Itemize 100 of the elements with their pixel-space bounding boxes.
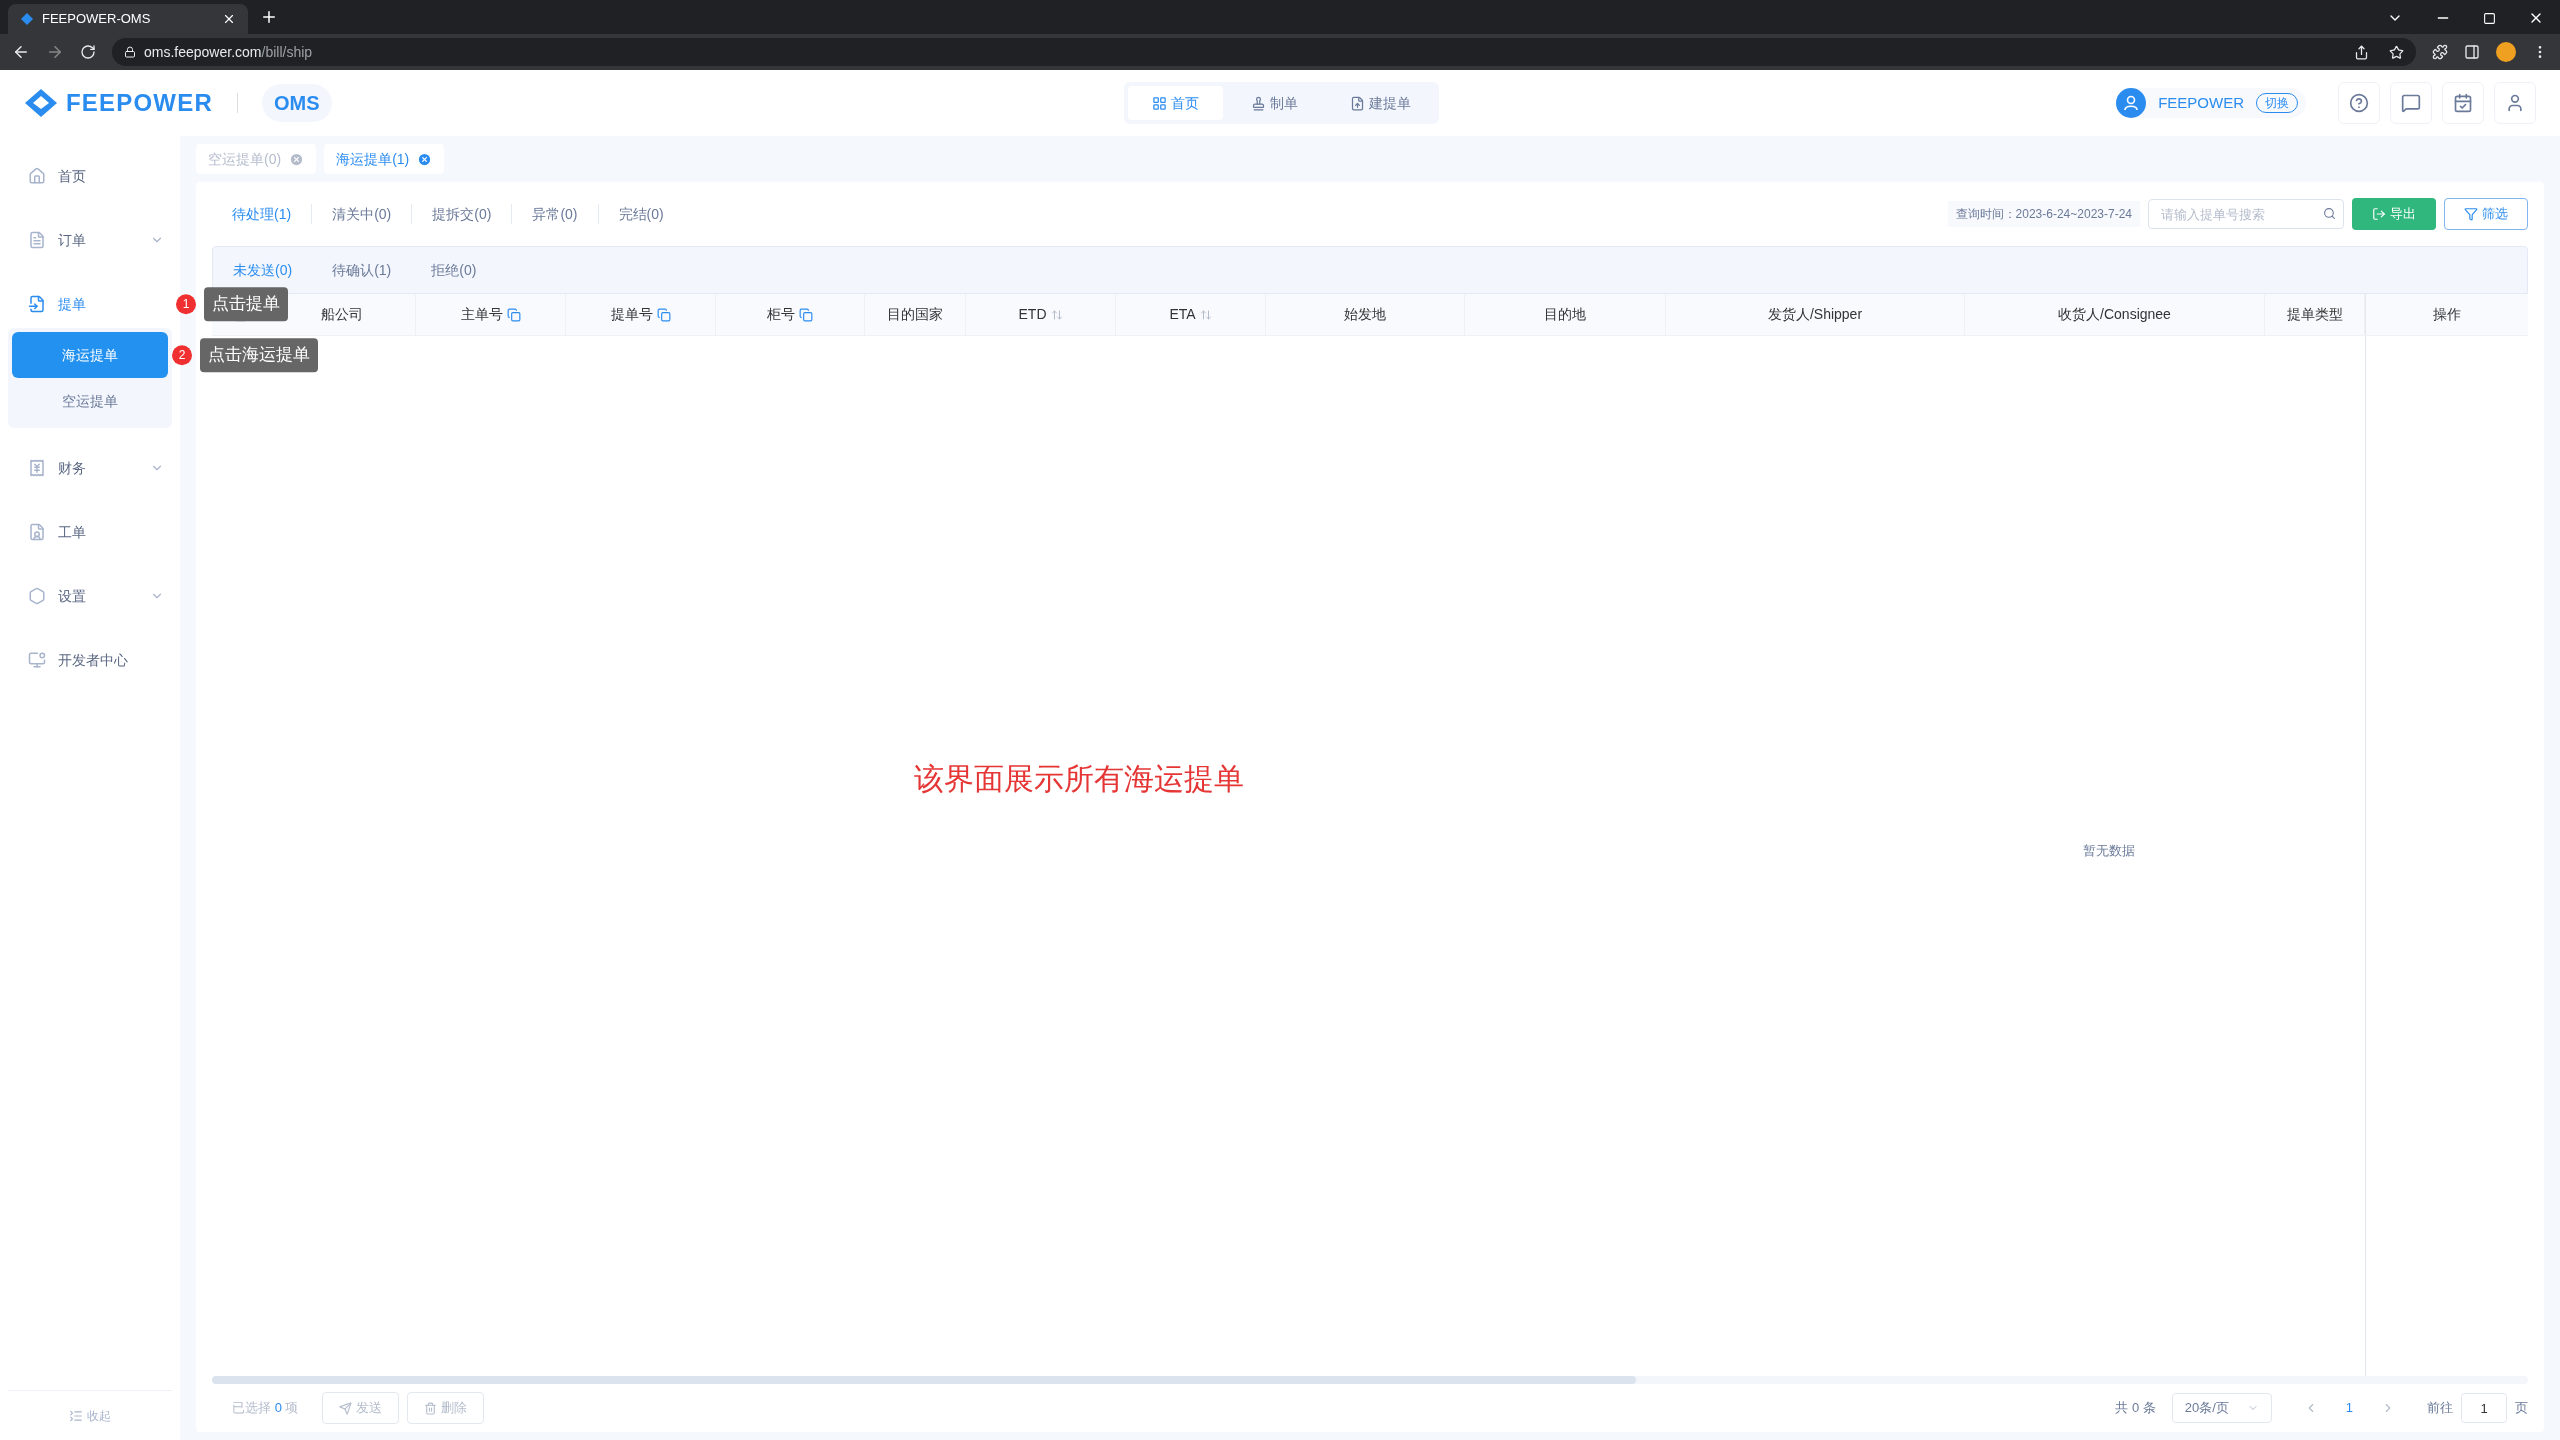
page-unit: 页: [2515, 1399, 2528, 1418]
help-button[interactable]: [2338, 82, 2380, 124]
column-header: 收货人/Consignee: [2058, 305, 2171, 324]
selection-count: 已选择 0 项: [232, 1399, 299, 1418]
stamp-icon: [1251, 95, 1266, 111]
total-count: 共 0 条: [2115, 1399, 2156, 1418]
page-size-select[interactable]: 20条/页: [2171, 1393, 2272, 1423]
hint-tooltip: 点击提单: [204, 287, 288, 321]
url-text: oms.feepower.com/bill/ship: [144, 42, 314, 62]
column-header: 操作: [2433, 305, 2461, 324]
status-tab[interactable]: 提拆交(0): [412, 203, 512, 225]
help-icon: [2349, 93, 2369, 113]
calendar-icon: [2453, 93, 2473, 113]
logo-icon: [20, 12, 34, 26]
search-icon[interactable]: [2323, 207, 2336, 220]
browser-tab[interactable]: FEEPOWER-OMS: [8, 4, 248, 34]
document-icon: [28, 231, 46, 249]
column-header: 柜号: [767, 305, 795, 324]
profile-avatar[interactable]: [2496, 42, 2516, 62]
goto-page-field[interactable]: 1: [2461, 1393, 2507, 1423]
copy-icon[interactable]: [799, 307, 813, 322]
status-tab[interactable]: 完结(0): [598, 203, 684, 225]
monitor-code-icon: [28, 651, 46, 669]
column-header: 目的地: [1544, 305, 1586, 324]
nav-tab[interactable]: 制单: [1227, 86, 1322, 120]
grid-icon: [1152, 95, 1167, 111]
column-header: 船公司: [321, 305, 363, 324]
submenu-item[interactable]: 空运提单: [12, 378, 168, 424]
sub-tab[interactable]: 待确认(1): [312, 259, 412, 281]
empty-text: 暂无数据: [2082, 842, 2135, 860]
message-icon: [2401, 93, 2421, 113]
user-icon: [2505, 93, 2525, 113]
user-button[interactable]: [2494, 82, 2536, 124]
column-header: 提单类型: [2286, 305, 2343, 324]
column-header: 始发地: [1344, 305, 1386, 324]
user-name: FEEPOWER: [2158, 92, 2244, 113]
sub-tab[interactable]: 未发送(0): [213, 259, 313, 281]
export-button[interactable]: 导出: [2352, 198, 2436, 230]
export-icon: [2372, 207, 2386, 221]
copy-icon[interactable]: [656, 307, 671, 322]
status-tab[interactable]: 异常(0): [512, 203, 598, 225]
yen-receipt-icon: [28, 459, 46, 477]
status-tab[interactable]: 清关中(0): [312, 203, 412, 225]
collapse-icon: [69, 1408, 83, 1423]
sidebar-item[interactable]: 开发者中心: [58, 649, 164, 671]
forward-icon[interactable]: [46, 43, 64, 61]
filter-button[interactable]: 筛选: [2444, 198, 2528, 230]
address-bar[interactable]: oms.feepower.com/bill/ship: [112, 38, 2416, 66]
settings-icon: [28, 587, 46, 605]
logo-icon: [24, 88, 58, 118]
query-time: 查询时间：2023-6-24~2023-7-24: [1947, 201, 2140, 227]
sidebar-item[interactable]: 首页: [58, 165, 164, 187]
scrollbar-thumb[interactable]: [212, 1376, 1636, 1384]
page-number[interactable]: 1: [2345, 1398, 2353, 1418]
calendar-button[interactable]: [2442, 82, 2484, 124]
page-tab[interactable]: 海运提单(1): [324, 144, 445, 174]
extensions-icon[interactable]: [2432, 44, 2448, 60]
restore-icon[interactable]: [2483, 11, 2496, 25]
goto-label: 前往: [2427, 1399, 2453, 1418]
annotation-text: 该界面展示所有海运提单: [913, 761, 1244, 797]
column-header: 主单号: [460, 305, 503, 324]
bill-icon: [28, 295, 46, 313]
tab-title: FEEPOWER-OMS: [42, 10, 152, 29]
status-tab[interactable]: 待处理(1): [212, 203, 312, 225]
sidebar-item[interactable]: 工单: [58, 521, 164, 543]
column-header: 目的国家: [887, 305, 943, 324]
nav-tab[interactable]: 首页: [1128, 86, 1223, 120]
sidebar-item[interactable]: 财务: [58, 457, 138, 479]
collapse-button[interactable]: 收起: [69, 1406, 111, 1425]
side-panel-icon[interactable]: [2464, 44, 2480, 60]
hint-tooltip: 点击海运提单: [200, 338, 318, 372]
new-tab-icon[interactable]: [260, 8, 278, 26]
step-badge: 2: [172, 345, 192, 365]
share-icon[interactable]: [2354, 44, 2369, 60]
lock-icon: [124, 46, 136, 58]
search-field[interactable]: 请输入提单号搜索: [2148, 199, 2344, 229]
ticket-icon: [28, 523, 46, 541]
step-badge: 1: [176, 294, 196, 314]
nav-tab[interactable]: 建提单: [1326, 86, 1435, 120]
file-upload-icon: [1350, 95, 1365, 111]
sidebar-item[interactable]: 订单: [58, 229, 138, 251]
bookmark-icon[interactable]: [2389, 44, 2404, 60]
back-icon[interactable]: [12, 43, 30, 61]
close-icon[interactable]: [222, 12, 236, 26]
sub-tab[interactable]: 拒绝(0): [411, 259, 497, 281]
reload-icon[interactable]: [80, 44, 96, 60]
sidebar-item[interactable]: 设置: [58, 585, 138, 607]
home-icon: [28, 167, 46, 185]
submenu-item[interactable]: 海运提单: [12, 332, 168, 378]
column-header: 发货人/Shipper: [1767, 305, 1863, 324]
app-name: OMS: [261, 84, 332, 122]
filter-icon: [2464, 207, 2478, 221]
message-button[interactable]: [2390, 82, 2432, 124]
sidebar-item[interactable]: 提单: [58, 293, 164, 315]
trash-icon: [424, 1401, 438, 1415]
copy-icon[interactable]: [506, 307, 521, 322]
brand-name: FEEPOWER: [66, 88, 213, 118]
column-header: ETD: [1018, 305, 1047, 324]
send-icon: [339, 1401, 353, 1415]
column-header: 提单号: [610, 305, 653, 324]
